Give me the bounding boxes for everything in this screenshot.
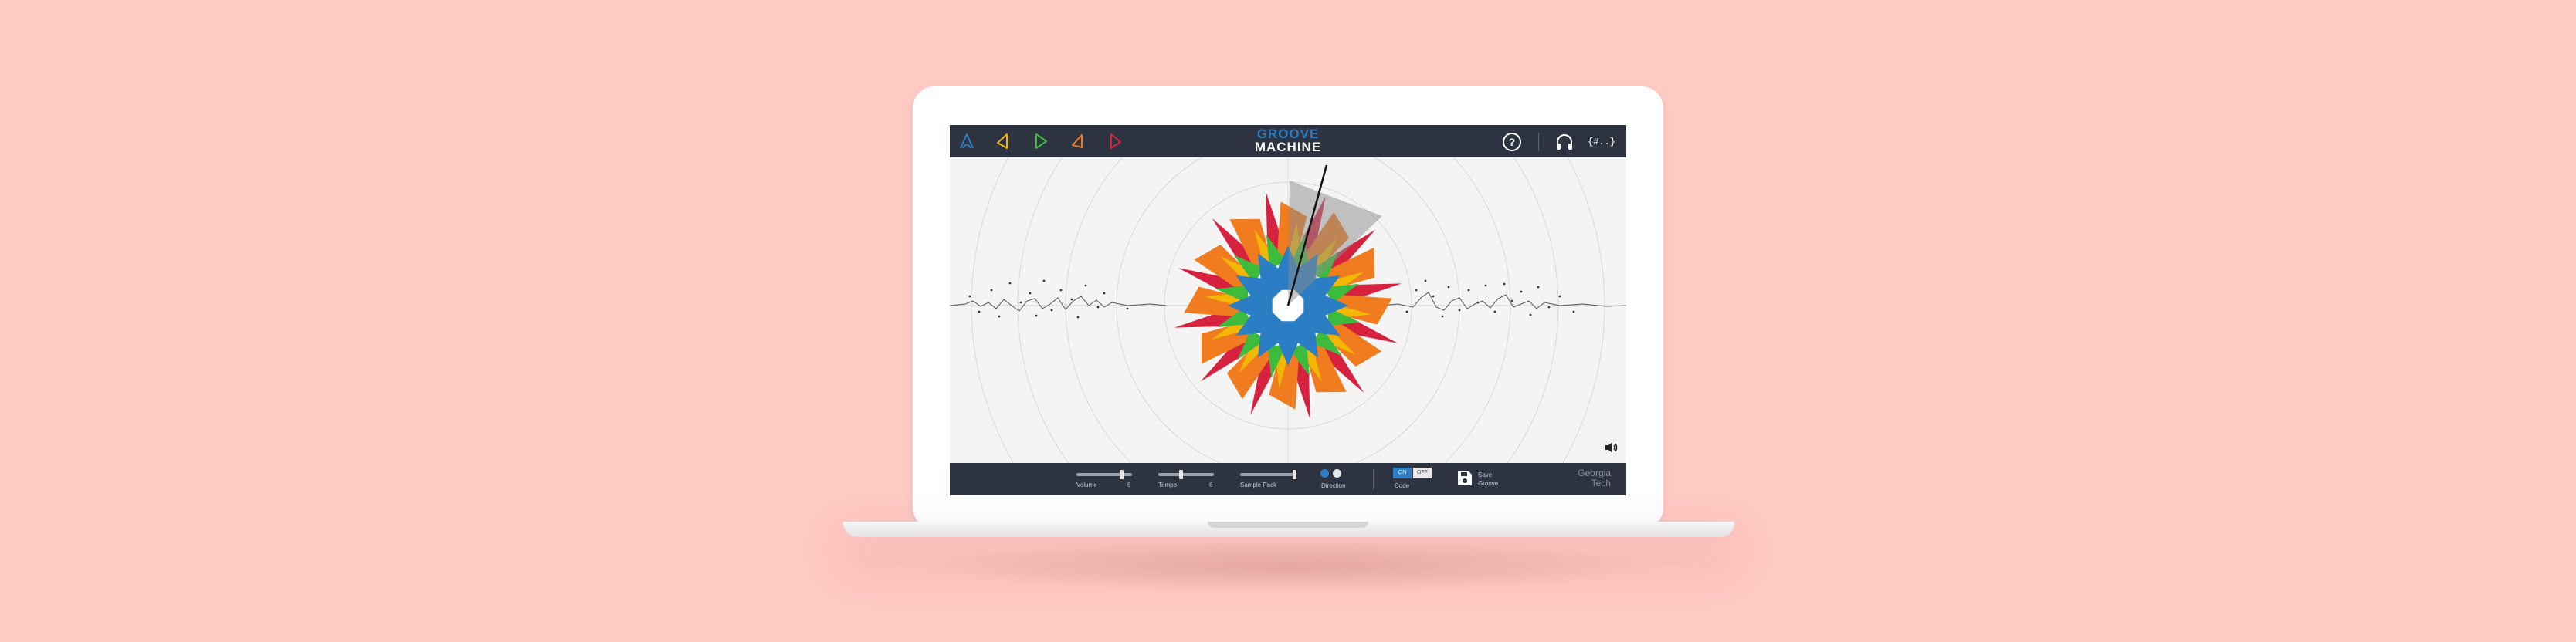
headphones-button[interactable] <box>1554 131 1575 153</box>
laptop-notch <box>1208 522 1368 528</box>
logo-line2: Tech <box>1591 478 1611 488</box>
app-title-line2: MACHINE <box>1254 140 1322 154</box>
volume-slider[interactable] <box>1076 473 1132 476</box>
volume-slider-handle[interactable] <box>1119 470 1124 479</box>
instrument-orange-button[interactable] <box>1069 132 1087 150</box>
svg-text:?: ? <box>1509 136 1516 148</box>
app-screen: GROOVE MACHINE ? {#..} Volume 6 Tempo 6 … <box>950 125 1626 495</box>
help-button[interactable]: ? <box>1501 131 1523 153</box>
blue-triangle-icon <box>960 133 974 149</box>
help-icon: ? <box>1503 133 1521 151</box>
sample-pack-label: Sample Pack <box>1240 482 1277 488</box>
code-view-button[interactable]: {#..} <box>1588 131 1617 153</box>
volume-value: 6 <box>1127 482 1131 488</box>
code-on-button[interactable]: ON <box>1393 468 1412 478</box>
tempo-value: 6 <box>1209 482 1213 488</box>
groove-visualization <box>950 125 1626 495</box>
scene: GROOVE MACHINE ? {#..} Volume 6 Tempo 6 … <box>0 0 2576 642</box>
top-toolbar: GROOVE MACHINE ? {#..} <box>950 125 1626 157</box>
app-title-line1: GROOVE <box>1256 127 1320 141</box>
sound-toggle-button[interactable] <box>1603 440 1618 455</box>
app-logo: GROOVE MACHINE <box>1235 127 1341 154</box>
sample-pack-handle[interactable] <box>1293 470 1296 479</box>
green-triangle-icon <box>1035 133 1047 149</box>
yellow-triangle-icon <box>997 133 1008 149</box>
floppy-disk-icon <box>1458 471 1472 485</box>
save-sublabel: Groove <box>1478 480 1499 487</box>
code-off-button[interactable]: OFF <box>1413 468 1432 478</box>
code-braces-icon: {#..} <box>1588 137 1616 147</box>
sample-pack-slider[interactable] <box>1240 473 1296 476</box>
save-label: Save <box>1478 471 1493 478</box>
direction-clockwise-button[interactable] <box>1320 469 1329 478</box>
direction-counterclockwise-button[interactable] <box>1333 469 1341 478</box>
red-triangle-icon <box>1110 133 1121 149</box>
bottom-controls: Volume 6 Tempo 6 Sample Pack Direction O… <box>950 463 1626 495</box>
instrument-red-button[interactable] <box>1106 132 1124 150</box>
georgia-tech-logo: Georgia Tech <box>1564 468 1611 488</box>
headphones-icon <box>1557 134 1572 150</box>
save-button[interactable] <box>1456 470 1473 487</box>
tempo-slider-handle[interactable] <box>1178 470 1183 479</box>
orange-triangle-icon <box>1072 134 1083 148</box>
instrument-blue-button[interactable] <box>958 132 976 150</box>
tempo-slider[interactable] <box>1158 473 1214 476</box>
volume-label: Volume <box>1076 482 1097 488</box>
groove-canvas[interactable] <box>950 125 1626 495</box>
footer-divider <box>1373 469 1374 489</box>
laptop-shadow <box>911 540 1668 594</box>
instrument-yellow-button[interactable] <box>993 132 1012 150</box>
instrument-green-button[interactable] <box>1032 132 1050 150</box>
tempo-label: Tempo <box>1158 482 1178 488</box>
toolbar-divider <box>1538 133 1539 151</box>
code-label: Code <box>1395 482 1410 489</box>
speaker-icon <box>1605 442 1618 453</box>
direction-label: Direction <box>1321 482 1346 489</box>
